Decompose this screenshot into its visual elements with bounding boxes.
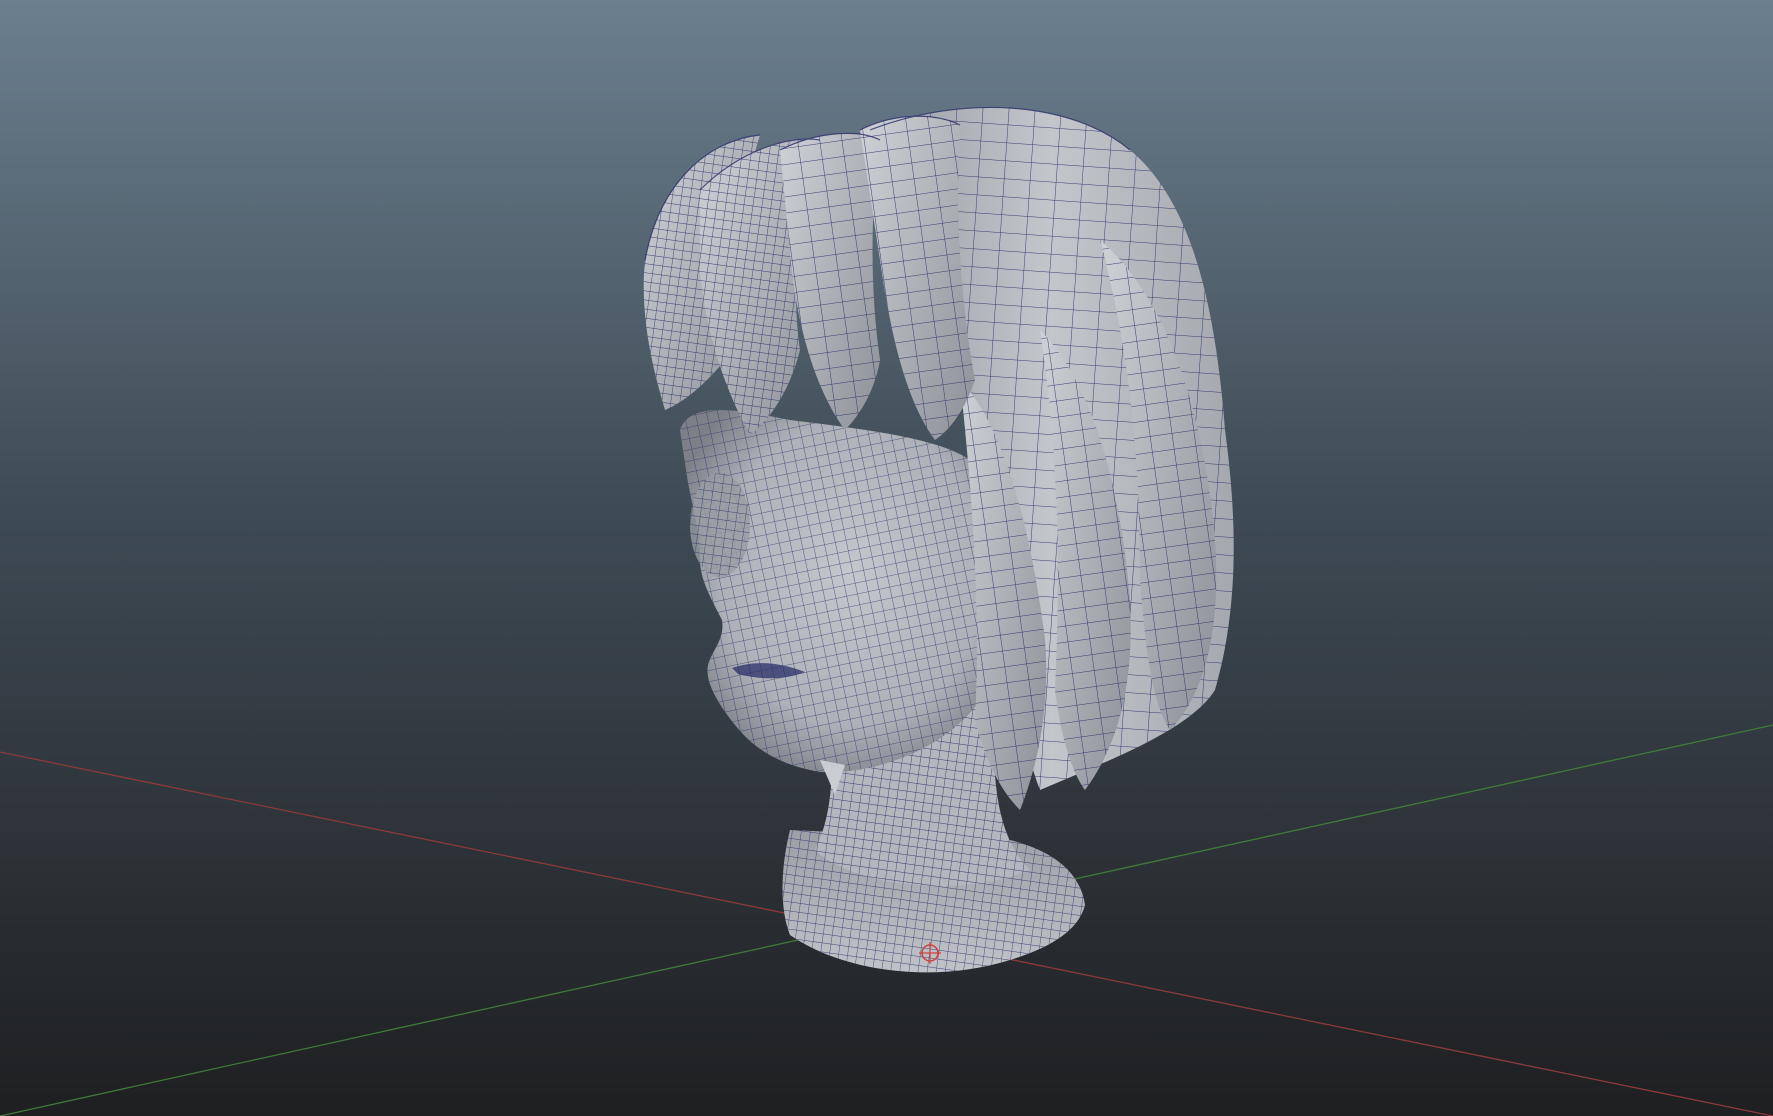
eye-socket-wire xyxy=(690,473,750,577)
viewport-canvas[interactable] xyxy=(0,0,1773,1116)
3d-viewport[interactable] xyxy=(0,0,1773,1116)
